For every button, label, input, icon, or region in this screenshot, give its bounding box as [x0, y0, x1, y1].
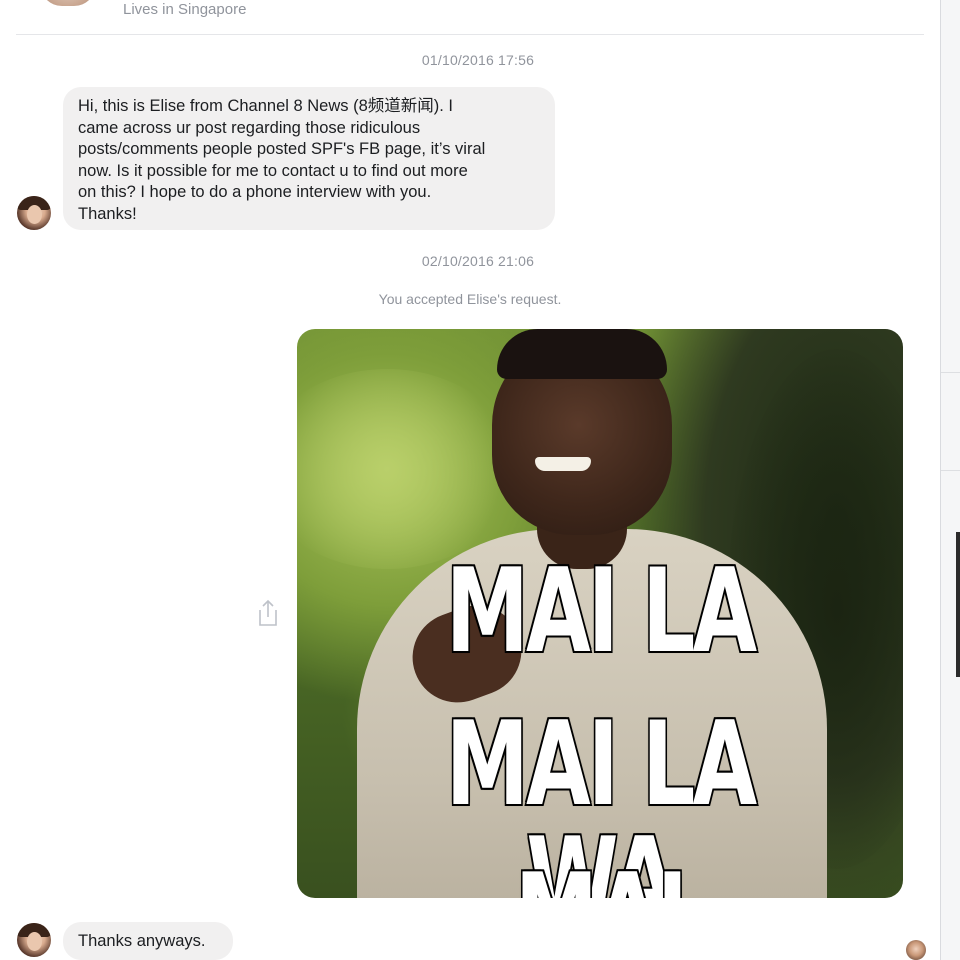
- panel-divider: [940, 0, 941, 960]
- right-panel-thumbnail[interactable]: [956, 532, 960, 677]
- message-text-line: Thanks!: [78, 204, 137, 223]
- system-notice: You accepted Elise's request.: [378, 291, 562, 307]
- divider: [16, 34, 924, 35]
- timestamp: 02/10/2016 21:06: [421, 253, 535, 269]
- avatar[interactable]: [17, 196, 51, 230]
- read-receipt-avatar: [906, 940, 926, 960]
- message-bubble[interactable]: Hi, this is Elise from Channel 8 News (8…: [63, 87, 555, 230]
- profile-location: Lives in Singapore: [123, 1, 247, 18]
- share-icon[interactable]: [257, 598, 279, 628]
- right-panel: [940, 0, 960, 960]
- timestamp: 01/10/2016 17:56: [421, 52, 535, 68]
- panel-divider: [941, 372, 960, 373]
- meme-caption: MAI LA: [444, 544, 758, 679]
- message-text-line: Hi, this is Elise from Channel 8 News (8…: [78, 97, 454, 115]
- message-text: Thanks anyways.: [78, 932, 206, 950]
- message-text-line: posts/comments people posted SPF's FB pa…: [78, 140, 486, 158]
- panel-divider: [941, 470, 960, 471]
- message-bubble[interactable]: Thanks anyways.: [63, 922, 233, 960]
- profile-avatar[interactable]: [40, 0, 96, 6]
- meme-image[interactable]: MAI LA MAI LA WA MAI: [297, 329, 903, 898]
- message-text-line: came across ur post regarding those ridi…: [78, 118, 421, 137]
- meme-caption: MAI: [382, 857, 818, 899]
- message-text-line: now. Is it possible for me to contact u …: [78, 161, 468, 180]
- message-text-line: on this? I hope to do a phone interview …: [78, 183, 432, 201]
- avatar[interactable]: [17, 923, 51, 957]
